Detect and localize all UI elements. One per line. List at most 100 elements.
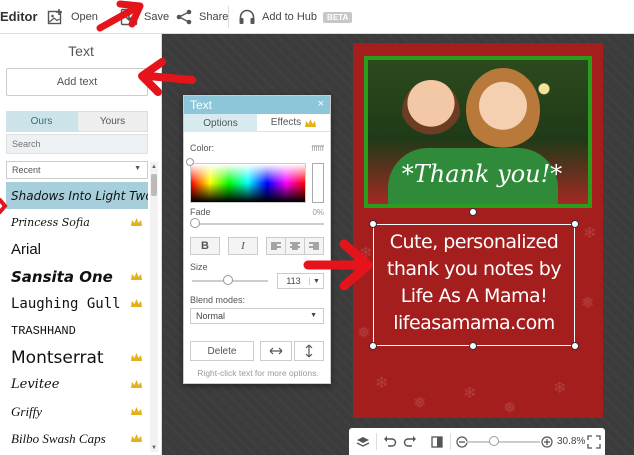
card-photo[interactable]: *Thank you!*: [364, 56, 592, 208]
font-filter-select[interactable]: Recent ▼: [6, 161, 148, 179]
fade-slider-knob[interactable]: [190, 218, 200, 228]
flip-horizontal-button[interactable]: [260, 341, 292, 361]
tab-options[interactable]: Options: [184, 114, 257, 132]
snowflake-icon: ❅: [357, 325, 371, 342]
font-name: TRASHHAND: [11, 323, 76, 338]
popup-tabs: Options Effects: [184, 114, 330, 132]
annotation-arrow-save: [96, 0, 144, 32]
tab-yours[interactable]: Yours: [77, 111, 148, 132]
selection-handle[interactable]: [469, 208, 477, 216]
popup-header[interactable]: Text ×: [184, 96, 330, 114]
font-item[interactable]: Arial: [6, 236, 148, 263]
crown-icon: [305, 118, 317, 127]
share-button[interactable]: Share: [175, 0, 228, 34]
font-name: Princess Sofia: [11, 216, 90, 229]
blend-value: Normal: [196, 311, 226, 321]
toolbar-divider: [228, 6, 229, 28]
photo-child-boy: [402, 80, 460, 146]
snowflake-icon: ❄: [375, 375, 389, 392]
chevron-down-icon: ▼: [310, 312, 317, 319]
selection-handle[interactable]: [571, 342, 579, 350]
beta-badge: BETA: [323, 11, 353, 23]
font-item[interactable]: Laughing Gull: [6, 290, 148, 317]
canvas-bottom-toolbar: 30.8%: [349, 428, 605, 455]
font-item[interactable]: Princess Sofia: [6, 209, 148, 236]
font-item[interactable]: Levitee: [6, 371, 148, 398]
font-search-input[interactable]: [6, 134, 148, 154]
compare-icon[interactable]: [430, 435, 444, 449]
crown-icon: [131, 353, 142, 361]
share-icon: [176, 9, 192, 25]
add-text-button[interactable]: Add text: [6, 68, 148, 96]
selection-handle[interactable]: [571, 220, 579, 228]
scroll-thumb[interactable]: [151, 174, 157, 196]
selection-handle[interactable]: [369, 342, 377, 350]
color-picker-handle[interactable]: [186, 158, 194, 166]
zoom-slider[interactable]: [466, 441, 540, 443]
open-button[interactable]: Open: [47, 0, 98, 34]
toolbar-divider: [376, 433, 377, 450]
size-label: Size: [190, 262, 208, 272]
crown-icon: [131, 407, 142, 415]
undo-icon[interactable]: [383, 435, 397, 449]
font-item[interactable]: Bilbo Swash Caps: [6, 425, 148, 447]
zoom-in-icon[interactable]: [541, 436, 553, 448]
bold-button[interactable]: B: [190, 237, 220, 255]
photo-caption[interactable]: *Thank you!*: [368, 160, 588, 188]
fullscreen-icon[interactable]: [587, 435, 601, 449]
tab-ours[interactable]: Ours: [6, 111, 77, 132]
tab-effects-label: Effects: [270, 117, 302, 128]
align-center-icon: [290, 242, 300, 250]
crown-icon: [131, 218, 142, 226]
scroll-up-icon[interactable]: ▲: [150, 164, 158, 170]
color-spectrum[interactable]: [190, 163, 306, 203]
tab-effects[interactable]: Effects: [257, 114, 330, 132]
flip-horizontal-icon: [269, 347, 283, 355]
snowflake-icon: ❄: [463, 385, 477, 402]
flip-vertical-button[interactable]: [294, 341, 324, 361]
font-item[interactable]: TRASHHAND: [6, 317, 148, 344]
font-item[interactable]: Shadows Into Light Two: [6, 182, 148, 209]
size-slider-knob[interactable]: [223, 275, 233, 285]
close-icon[interactable]: ×: [318, 98, 324, 110]
font-name: Griffy: [11, 403, 43, 419]
redo-icon[interactable]: [403, 435, 417, 449]
font-item[interactable]: Sansita One: [6, 263, 148, 290]
font-name: Bilbo Swash Caps: [11, 430, 106, 446]
card-message[interactable]: Cute, personalized thank you notes by Li…: [373, 229, 575, 337]
fade-slider[interactable]: [192, 223, 324, 225]
font-item[interactable]: Griffy: [6, 398, 148, 425]
blend-mode-select[interactable]: Normal ▼: [190, 308, 324, 324]
app-title: Editor: [0, 9, 38, 24]
color-swatch[interactable]: [312, 163, 324, 203]
filter-value: Recent: [12, 165, 41, 175]
scroll-down-icon[interactable]: ▼: [150, 445, 158, 451]
font-name: Arial: [11, 241, 42, 258]
zoom-level: 30.8%: [557, 436, 586, 447]
align-left-icon: [271, 242, 281, 250]
selection-handle[interactable]: [469, 342, 477, 350]
toolbar-divider: [450, 433, 451, 450]
font-item[interactable]: Montserrat: [6, 344, 148, 371]
font-source-tabs: Ours Yours: [6, 111, 148, 132]
layers-icon[interactable]: [356, 435, 370, 449]
fade-value: 0%: [312, 208, 324, 217]
font-name: Shadows Into Light Two: [11, 188, 148, 203]
font-name: Levitee: [11, 377, 60, 392]
font-list-scrollbar[interactable]: ▲ ▼: [150, 162, 158, 452]
snowflake-icon: ❅: [581, 295, 595, 312]
delete-button[interactable]: Delete: [190, 341, 254, 361]
headphones-icon: [239, 9, 255, 24]
chevron-down-icon: ▼: [134, 165, 141, 172]
add-to-hub-button[interactable]: Add to Hub BETA: [238, 0, 353, 34]
zoom-slider-knob[interactable]: [489, 436, 499, 446]
hub-label: Add to Hub: [262, 11, 318, 23]
selection-handle[interactable]: [369, 220, 377, 228]
color-value: ffffff: [311, 144, 324, 153]
blend-label: Blend modes:: [190, 295, 246, 305]
align-left-button[interactable]: [266, 237, 286, 255]
message-line: Cute, personalized: [389, 231, 559, 253]
annotation-arrow-fragment: [0, 198, 8, 214]
fade-label: Fade: [190, 207, 211, 217]
italic-button[interactable]: I: [228, 237, 258, 255]
